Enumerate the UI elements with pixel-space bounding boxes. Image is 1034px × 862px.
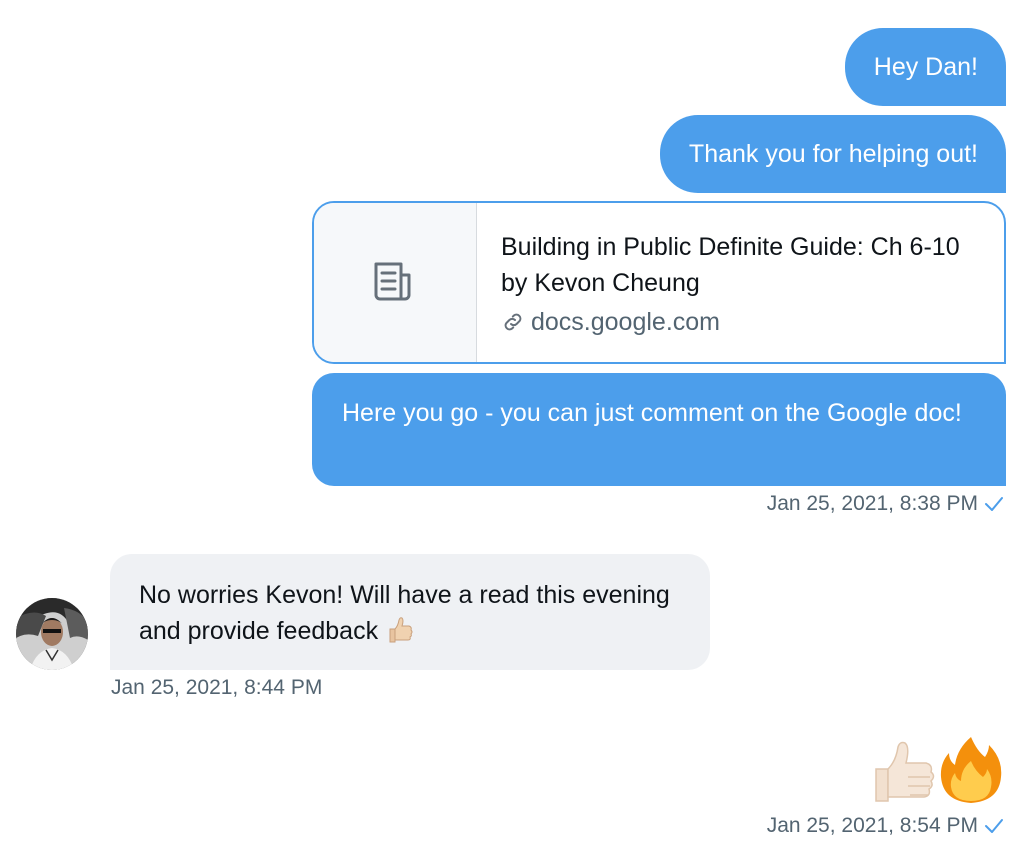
message-timestamp: Jan 25, 2021, 8:54 PM [767,813,1004,839]
conversation-thread: Hey Dan! Thank you for helping out! Buil… [0,0,1034,862]
message-text: Here you go - you can just comment on th… [342,399,962,427]
message-timestamp: Jan 25, 2021, 8:44 PM [111,675,322,701]
timestamp-text: Jan 25, 2021, 8:38 PM [766,492,978,515]
timestamp-text: Jan 25, 2021, 8:54 PM [766,814,978,837]
fire-icon [940,737,1002,803]
link-domain-text: docs.google.com [531,308,721,336]
link-title[interactable]: Building in Public Definite Guide: Ch 6-… [501,229,971,301]
link-preview-card[interactable]: Building in Public Definite Guide: Ch 6-… [312,201,1006,364]
thumbs-up-icon [875,741,935,802]
emoji-message[interactable] [872,735,1004,805]
thumbs-up-icon [384,615,414,655]
message-text: Thank you for helping out! [688,140,978,168]
timestamp-text: Jan 25, 2021, 8:44 PM [111,676,323,699]
link-thumbnail [314,203,477,362]
document-icon [374,262,411,300]
link-domain: docs.google.com [501,304,971,340]
link-preview-body: Building in Public Definite Guide: Ch 6-… [477,203,971,362]
sent-check-icon [985,819,1003,833]
avatar-image [16,598,88,670]
sent-check-icon [985,497,1003,511]
outgoing-message-bubble[interactable]: Thank you for helping out! [659,115,1006,193]
incoming-message-bubble[interactable]: No worries Kevon! Will have a read this … [110,554,710,670]
outgoing-message-bubble[interactable]: Here you go - you can just comment on th… [312,373,1006,486]
message-text: Hey Dan! [873,53,978,81]
outgoing-message-bubble[interactable]: Hey Dan! [844,28,1006,106]
message-timestamp: Jan 25, 2021, 8:38 PM [767,491,1004,517]
link-icon [504,313,522,331]
avatar[interactable] [16,598,88,670]
